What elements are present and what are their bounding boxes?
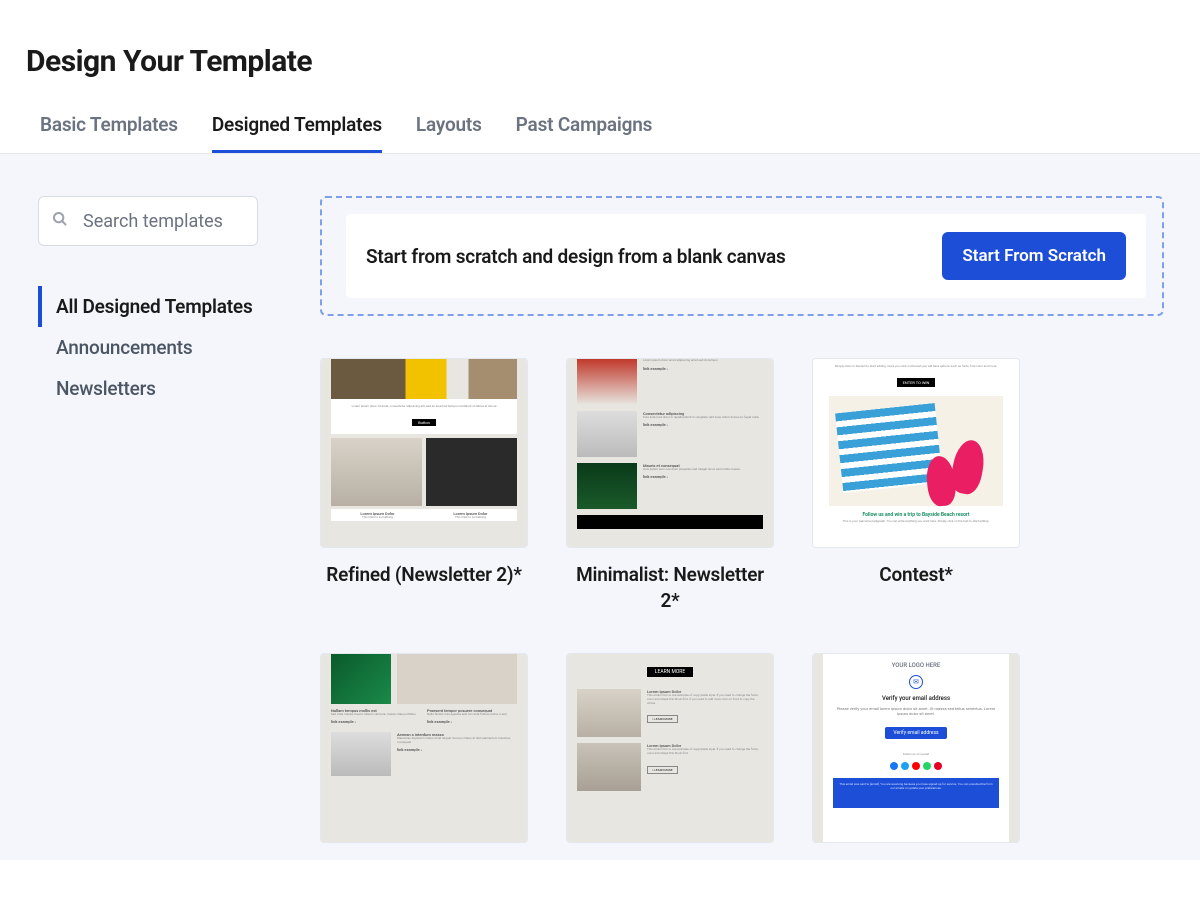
tab-basic-templates[interactable]: Basic Templates	[40, 113, 178, 153]
search-icon	[52, 211, 68, 231]
template-title: Minimalist: Newsletter 1*	[320, 857, 528, 860]
category-all-designed-templates[interactable]: All Designed Templates	[38, 286, 320, 327]
tabs-bar: Basic Templates Designed Templates Layou…	[0, 79, 1200, 154]
template-card-tech-verify-email[interactable]: YOUR LOGO HERE ✉ Verify your email addre…	[812, 653, 1020, 860]
main-panel: Start from scratch and design from a bla…	[320, 154, 1200, 860]
template-title: Minimalist: Newsletter 2*	[566, 562, 774, 613]
template-title: Tech: Verify Email*	[812, 857, 1020, 860]
template-thumbnail: Nullam tempus mollis estSed vitae massa …	[320, 653, 528, 843]
tab-past-campaigns[interactable]: Past Campaigns	[516, 113, 653, 153]
template-thumbnail: Lorem ipsum dolor amet adipiscing amet s…	[566, 358, 774, 548]
category-list: All Designed Templates Announcements New…	[38, 286, 320, 409]
category-newsletters[interactable]: Newsletters	[38, 368, 320, 409]
search-wrap	[38, 196, 258, 246]
template-thumbnail: Simply click on the text to start editin…	[812, 358, 1020, 548]
sidebar: All Designed Templates Announcements New…	[0, 154, 320, 860]
template-card-refined-newsletter-1[interactable]: LEARN MORE Lorem Ipsum DolorThis email f…	[566, 653, 774, 860]
template-card-refined-newsletter-2[interactable]: Lorem ipsum dolor sit amet, consectetur …	[320, 358, 528, 613]
template-title: Contest*	[812, 562, 1020, 588]
template-title: Refined (Newsletter 1)*	[566, 857, 774, 860]
start-from-scratch-text: Start from scratch and design from a bla…	[366, 245, 786, 268]
category-announcements[interactable]: Announcements	[38, 327, 320, 368]
template-thumbnail: LEARN MORE Lorem Ipsum DolorThis email f…	[566, 653, 774, 843]
start-from-scratch-button[interactable]: Start From Scratch	[942, 232, 1126, 280]
tab-designed-templates[interactable]: Designed Templates	[212, 113, 382, 153]
template-grid: Lorem ipsum dolor sit amet, consectetur …	[320, 358, 1164, 860]
template-card-contest[interactable]: Simply click on the text to start editin…	[812, 358, 1020, 613]
bottom-fade	[0, 857, 1200, 913]
template-card-minimalist-newsletter-1[interactable]: Nullam tempus mollis estSed vitae massa …	[320, 653, 528, 860]
template-thumbnail: YOUR LOGO HERE ✉ Verify your email addre…	[812, 653, 1020, 843]
content-area: All Designed Templates Announcements New…	[0, 154, 1200, 860]
template-thumbnail: Lorem ipsum dolor sit amet, consectetur …	[320, 358, 528, 548]
template-card-minimalist-newsletter-2[interactable]: Lorem ipsum dolor amet adipiscing amet s…	[566, 358, 774, 613]
template-title: Refined (Newsletter 2)*	[320, 562, 528, 588]
search-input[interactable]	[38, 196, 258, 246]
page-title: Design Your Template	[0, 0, 1200, 79]
tab-layouts[interactable]: Layouts	[416, 113, 482, 153]
start-from-scratch-box: Start from scratch and design from a bla…	[320, 196, 1164, 316]
